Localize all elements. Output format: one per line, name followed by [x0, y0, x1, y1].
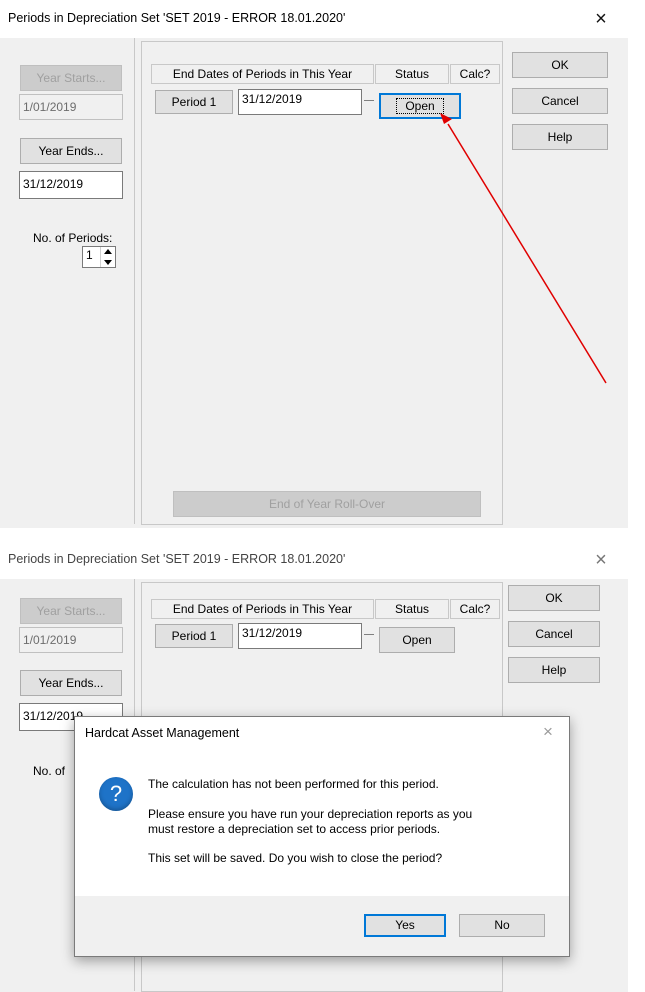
period-1-end-date-field[interactable]: 31/12/2019: [238, 89, 362, 115]
help-button[interactable]: Help: [512, 124, 608, 150]
year-starts-field: 1/01/2019: [19, 94, 123, 120]
num-periods-label-partial: No. of: [33, 764, 66, 778]
year-ends-field[interactable]: 31/12/2019: [19, 171, 123, 199]
depreciation-periods-window-top: Periods in Depreciation Set 'SET 2019 - …: [0, 0, 628, 530]
no-button[interactable]: No: [459, 914, 545, 937]
num-periods-label: No. of Periods:: [33, 231, 113, 245]
period-1-status-open-button[interactable]: Open: [379, 93, 461, 119]
question-icon: ?: [99, 777, 133, 811]
yes-button[interactable]: Yes: [364, 914, 446, 937]
num-periods-spinner[interactable]: 1: [82, 246, 116, 268]
period-1-label: Period 1: [171, 629, 217, 643]
ok-label: OK: [551, 58, 569, 72]
year-ends-label: Year Ends...: [38, 144, 104, 158]
cancel-button[interactable]: Cancel: [508, 621, 600, 647]
yes-label: Yes: [395, 918, 415, 932]
no-label: No: [494, 918, 510, 932]
column-header-calc: Calc?: [450, 599, 500, 619]
message-box-footer: Yes No: [75, 896, 569, 956]
message-box-close-icon[interactable]: ×: [538, 722, 558, 742]
window-title: Periods in Depreciation Set 'SET 2019 - …: [8, 11, 346, 25]
ok-button[interactable]: OK: [512, 52, 608, 78]
periods-panel: End Dates of Periods in This Year Status…: [141, 41, 503, 525]
message-line-1: The calculation has not been performed f…: [148, 777, 439, 791]
rollover-label: End of Year Roll-Over: [268, 497, 386, 511]
period-1-button[interactable]: Period 1: [155, 624, 233, 648]
column-header-status: Status: [375, 599, 449, 619]
year-starts-button[interactable]: Year Starts...: [20, 598, 122, 624]
message-line-4: This set will be saved. Do you wish to c…: [148, 851, 443, 865]
ok-button[interactable]: OK: [508, 585, 600, 611]
open-label: Open: [402, 633, 432, 647]
cancel-label: Cancel: [541, 94, 579, 108]
cancel-label: Cancel: [535, 627, 573, 641]
year-starts-button[interactable]: Year Starts...: [20, 65, 122, 91]
period-1-button[interactable]: Period 1: [155, 90, 233, 114]
year-starts-label: Year Starts...: [36, 71, 106, 85]
help-label: Help: [541, 663, 567, 677]
message-line-3: must restore a depreciation set to acces…: [148, 822, 441, 836]
ok-label: OK: [545, 591, 563, 605]
close-icon[interactable]: ×: [588, 547, 614, 573]
spinner-arrows[interactable]: [100, 247, 115, 267]
row-dash: [364, 100, 374, 101]
cancel-button[interactable]: Cancel: [512, 88, 608, 114]
period-1-label: Period 1: [171, 95, 217, 109]
spin-down-icon[interactable]: [104, 260, 112, 265]
num-periods-value: 1: [86, 248, 93, 262]
year-ends-label: Year Ends...: [38, 676, 104, 690]
message-box-title: Hardcat Asset Management: [85, 726, 240, 740]
window-title: Periods in Depreciation Set 'SET 2019 - …: [8, 552, 346, 566]
left-panel: Year Starts... 1/01/2019 Year Ends... 31…: [8, 38, 135, 524]
year-ends-button[interactable]: Year Ends...: [20, 670, 122, 696]
period-1-status-open-button[interactable]: Open: [379, 627, 455, 653]
year-starts-field: 1/01/2019: [19, 627, 123, 653]
title-bar: Periods in Depreciation Set 'SET 2019 - …: [0, 0, 628, 36]
year-starts-label: Year Starts...: [36, 604, 106, 618]
row-dash: [364, 634, 374, 635]
help-button[interactable]: Help: [508, 657, 600, 683]
column-header-status: Status: [375, 64, 449, 84]
help-label: Help: [547, 130, 573, 144]
close-icon[interactable]: ×: [588, 6, 614, 32]
message-line-2: Please ensure you have run your deprecia…: [148, 807, 473, 821]
column-header-calc: Calc?: [450, 64, 500, 84]
year-ends-button[interactable]: Year Ends...: [20, 138, 122, 164]
column-header-end-dates: End Dates of Periods in This Year: [151, 64, 374, 84]
period-1-end-date-field[interactable]: 31/12/2019: [238, 623, 362, 649]
open-label: Open: [396, 98, 444, 114]
end-of-year-rollover-button[interactable]: End of Year Roll-Over: [173, 491, 481, 517]
title-bar: Periods in Depreciation Set 'SET 2019 - …: [0, 541, 628, 577]
dialog-client-area: Year Starts... 1/01/2019 Year Ends... 31…: [0, 38, 628, 528]
column-header-end-dates: End Dates of Periods in This Year: [151, 599, 374, 619]
spin-up-icon[interactable]: [104, 249, 112, 254]
confirmation-message-box: Hardcat Asset Management × ? The calcula…: [74, 716, 570, 957]
